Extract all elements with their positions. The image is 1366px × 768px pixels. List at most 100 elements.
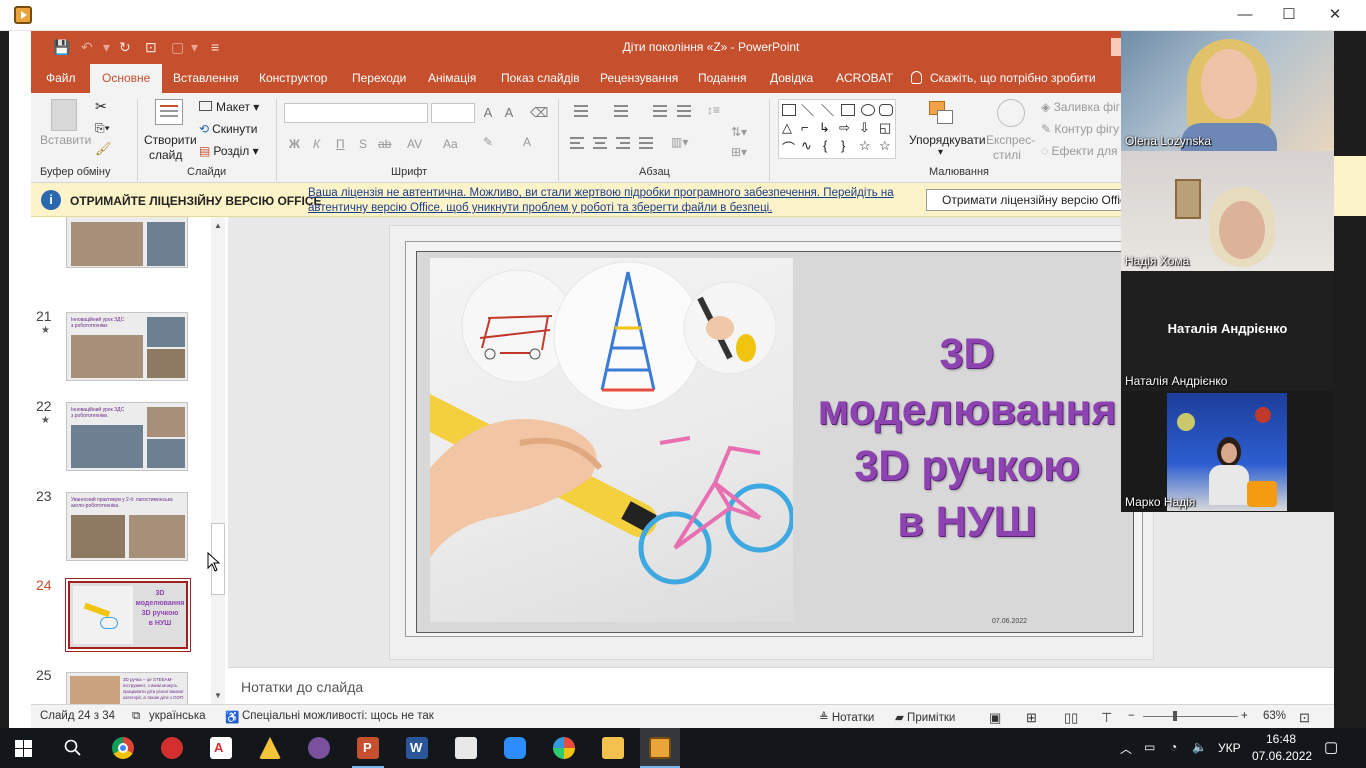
callout-shape-icon[interactable]: ◱	[879, 120, 891, 136]
tab-transitions[interactable]: Переходи	[352, 64, 406, 93]
elbow-shape-icon[interactable]: ⌐	[801, 120, 809, 135]
tab-slideshow[interactable]: Показ слайдів	[501, 64, 580, 93]
zoom-slider-thumb[interactable]	[1173, 711, 1177, 721]
slide-thumbnail[interactable]: 3D ручка – це STEEAM-інструмент, з яким …	[66, 672, 188, 704]
arrow-down-shape-icon[interactable]: ⇩	[859, 120, 870, 136]
participant-video[interactable]: Надія Хома	[1121, 151, 1334, 271]
zoom-icon[interactable]	[504, 737, 526, 759]
zoom-slider[interactable]	[1143, 716, 1238, 717]
tell-me-search[interactable]: Скажіть, що потрібно зробити	[911, 64, 1096, 93]
font-shrink-icon[interactable]: A	[502, 106, 516, 119]
strikethrough-icon[interactable]: ab	[378, 137, 391, 151]
slide-sorter-icon[interactable]: ⊞	[1026, 710, 1037, 726]
arrow-shape-icon[interactable]: ⇨	[839, 120, 850, 136]
shape-effects-button[interactable]: ◌ Ефекти для ф	[1041, 144, 1131, 158]
accessibility-icon[interactable]: ♿	[225, 710, 239, 724]
slide-thumbnail[interactable]	[66, 217, 188, 268]
comments-toggle[interactable]: ▰ Примітки	[895, 710, 955, 724]
customize-qat-icon[interactable]: ≡	[211, 39, 219, 55]
arrange-button[interactable]: Упорядкувати	[909, 133, 986, 147]
align-right-icon[interactable]	[616, 137, 632, 151]
tab-view[interactable]: Подання	[698, 64, 746, 93]
zoom-in-icon[interactable]: +	[1241, 710, 1248, 722]
scroll-down-icon[interactable]: ▼	[211, 689, 225, 703]
paint-icon[interactable]	[553, 737, 575, 759]
tab-help[interactable]: Довідка	[770, 64, 813, 93]
font-color-icon[interactable]: A	[523, 135, 531, 149]
present-icon[interactable]: ⊡	[145, 39, 157, 56]
current-slide[interactable]: 3D моделювання 3D ручкою в НУШ 07.06.202…	[405, 241, 1143, 637]
thumbnails-scrollbar[interactable]	[211, 217, 225, 704]
tab-review[interactable]: Рецензування	[600, 64, 678, 93]
normal-view-icon[interactable]: ▣	[989, 710, 1001, 726]
accessibility-status[interactable]: Спеціальні можливості: щось не так	[242, 710, 434, 722]
triangle-shape-icon[interactable]: △	[782, 120, 792, 136]
smartart-icon[interactable]: ⊞▾	[731, 145, 747, 159]
get-license-button[interactable]: Отримати ліцензійну версію Office	[926, 189, 1146, 211]
justify-icon[interactable]	[639, 137, 655, 151]
zoom-level[interactable]: 63%	[1263, 710, 1286, 722]
font-size-input[interactable]	[431, 103, 475, 123]
oval-shape-icon[interactable]	[861, 104, 875, 116]
columns-icon[interactable]: ▥▾	[671, 135, 688, 149]
undo-icon[interactable]: ↶	[81, 39, 93, 56]
zoom-out-icon[interactable]: −	[1128, 710, 1135, 722]
clear-format-icon[interactable]: ⌫	[530, 106, 548, 119]
textbox-shape-icon[interactable]	[782, 104, 796, 116]
wifi-icon[interactable]: ◔	[1170, 740, 1177, 754]
bullets-icon[interactable]	[568, 105, 604, 119]
participant-video[interactable]: Olena Lozynska	[1121, 31, 1334, 151]
shadow-icon[interactable]: S	[359, 137, 367, 151]
triangle-app-icon[interactable]	[259, 737, 281, 759]
section-button[interactable]: ▤ Розділ ▾	[199, 144, 259, 158]
chrome-icon[interactable]	[112, 737, 134, 759]
case-icon[interactable]: Aa	[443, 137, 458, 151]
quick-styles-label-1[interactable]: Експрес-	[986, 133, 1035, 147]
reading-view-icon[interactable]: ▯▯	[1064, 710, 1078, 726]
spacing-icon[interactable]: AV	[407, 137, 422, 151]
align-center-icon[interactable]	[593, 137, 609, 151]
paste-button[interactable]: Вставити	[40, 133, 91, 147]
redo-icon[interactable]: ↻	[119, 39, 131, 56]
layout-button[interactable]: Макет ▾	[199, 100, 259, 114]
shape-fill-button[interactable]: ◈ Заливка фіг	[1041, 100, 1120, 114]
font-family-input[interactable]	[284, 103, 428, 123]
minimize-button[interactable]: —	[1230, 4, 1260, 26]
indent-icon[interactable]	[651, 105, 671, 119]
notes-pane[interactable]: Нотатки до слайда	[228, 667, 1334, 704]
copy-icon[interactable]: ⎘▾	[95, 121, 110, 136]
underline-button[interactable]: П	[336, 137, 345, 151]
volume-icon[interactable]: 🔈	[1192, 740, 1207, 754]
language-indicator[interactable]: УКР	[1218, 741, 1241, 755]
maximize-button[interactable]: ☐	[1274, 4, 1304, 26]
clock-time[interactable]: 16:48	[1266, 732, 1296, 746]
slide-thumbnail[interactable]: Уваносний практикум у 2-ії: лагостимонсь…	[66, 492, 188, 561]
bold-button[interactable]: Ж	[289, 137, 300, 151]
brace-shape-icon[interactable]: {	[823, 138, 827, 153]
notes-toggle[interactable]: ≜ Нотатки	[819, 710, 874, 724]
star-shape-icon[interactable]: ☆	[859, 138, 871, 154]
spellcheck-icon[interactable]: ⧉	[132, 710, 140, 723]
rounded-rect-shape-icon[interactable]	[879, 104, 893, 116]
language-status[interactable]: українська	[149, 710, 206, 722]
clock-date[interactable]: 07.06.2022	[1252, 749, 1312, 763]
slide-title[interactable]: 3D моделювання 3D ручкою в НУШ	[799, 326, 1135, 550]
video-player-taskbar-icon[interactable]	[649, 737, 671, 759]
editor-icon[interactable]	[455, 737, 477, 759]
numbering-icon[interactable]	[608, 105, 644, 119]
cut-icon[interactable]: ✂	[95, 98, 107, 115]
tab-file[interactable]: Файл	[46, 64, 76, 93]
close-button[interactable]: ✕	[1320, 4, 1350, 26]
participant-video[interactable]: Марко Надія	[1121, 391, 1334, 512]
connector-shape-icon[interactable]: ↳	[819, 120, 830, 136]
notice-message-link[interactable]: Ваша ліцензія не автентична. Можливо, ви…	[308, 186, 908, 216]
reset-button[interactable]: ⟲ Скинути	[199, 122, 258, 136]
rectangle-shape-icon[interactable]	[841, 104, 855, 116]
search-icon[interactable]	[64, 739, 82, 757]
viber-icon[interactable]	[308, 737, 330, 759]
italic-button[interactable]: К	[313, 137, 320, 151]
shape-icon[interactable]: ▢	[171, 39, 184, 56]
shapes-gallery[interactable]: ＼ ＼ △ ⌐ ↳ ⇨ ⇩ ◱ ⌒ ∿ { } ☆ ☆	[778, 99, 896, 159]
slide-thumbnail[interactable]: Інноваційний урок ЗДС з робототехніки.	[66, 312, 188, 381]
new-slide-icon[interactable]	[155, 99, 183, 125]
